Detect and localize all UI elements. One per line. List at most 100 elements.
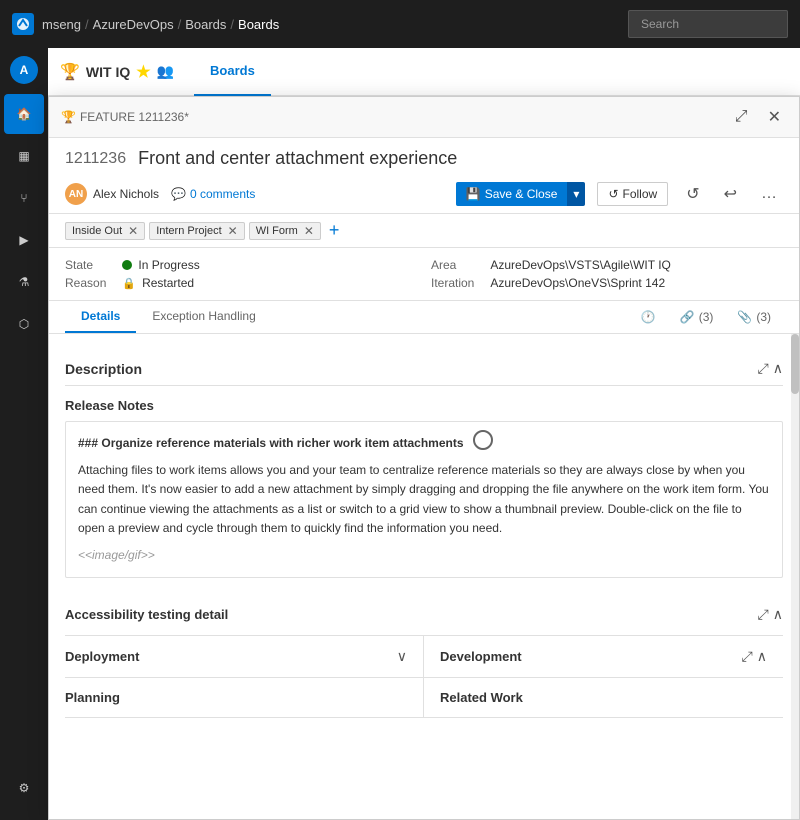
state-label: State bbox=[65, 258, 106, 272]
accessibility-header[interactable]: Accessibility testing detail ⤢ ∧ bbox=[65, 594, 783, 635]
planning-label: Planning bbox=[65, 690, 120, 705]
accessibility-actions: ⤢ ∧ bbox=[758, 606, 783, 623]
feature-label: 🏆 FEATURE 1211236* bbox=[61, 110, 189, 124]
tag-remove-intern-project[interactable]: ✕ bbox=[228, 224, 238, 238]
undo-button[interactable]: ↩ bbox=[718, 181, 743, 207]
breadcrumb-boards1[interactable]: Boards bbox=[185, 17, 226, 32]
modal-toolbar: AN Alex Nichols 💬 0 comments 💾 Save & Cl… bbox=[49, 175, 799, 214]
description-collapse-button[interactable]: ∧ bbox=[773, 360, 783, 377]
main-area: 🏆 FEATURE 1211236* ⤢ ✕ 1211236 Front and… bbox=[48, 96, 800, 820]
links-label: (3) bbox=[699, 310, 714, 324]
tab-history[interactable]: 🕐 bbox=[629, 301, 668, 333]
planning-related-section: Planning Related Work bbox=[65, 678, 783, 718]
assignee-name[interactable]: Alex Nichols bbox=[93, 187, 159, 201]
reason-label: Reason bbox=[65, 276, 106, 290]
accessibility-expand-button[interactable]: ⤢ bbox=[758, 606, 769, 623]
assignee-initials: AN bbox=[69, 189, 83, 200]
breadcrumb-boards2[interactable]: Boards bbox=[238, 17, 279, 32]
attachments-label: (3) bbox=[756, 310, 771, 324]
sidebar-item-repos[interactable]: ⑂ bbox=[4, 178, 44, 218]
related-work-label: Related Work bbox=[440, 690, 523, 705]
modal-body: Description ⤢ ∧ Release Notes ### Organi… bbox=[49, 334, 799, 819]
settings-icon: ⚙ bbox=[19, 781, 30, 795]
sidebar-settings[interactable]: ⚙ bbox=[4, 768, 44, 808]
scrollbar-thumb[interactable] bbox=[791, 334, 799, 394]
release-notes-image: <<image/gif>> bbox=[78, 546, 770, 565]
wit-badge: 🏆 WIT IQ ★ 👥 bbox=[60, 62, 174, 82]
accessibility-collapse-button[interactable]: ∧ bbox=[773, 606, 783, 623]
area-value[interactable]: AzureDevOps\VSTS\Agile\WIT IQ bbox=[490, 258, 783, 272]
save-dropdown-button[interactable]: ▾ bbox=[567, 182, 585, 206]
comment-icon: 💬 bbox=[171, 187, 186, 201]
content-tabs: Details Exception Handling 🕐 🔗 (3) 📎 (3) bbox=[49, 301, 799, 334]
work-item-title[interactable]: Front and center attachment experience bbox=[138, 148, 457, 169]
app-logo[interactable] bbox=[12, 13, 34, 35]
comments-button[interactable]: 💬 0 comments bbox=[171, 187, 255, 201]
development-expand-button[interactable]: ⤢ bbox=[742, 648, 753, 665]
work-item-modal: 🏆 FEATURE 1211236* ⤢ ✕ 1211236 Front and… bbox=[48, 96, 800, 820]
sidebar-item-pipelines[interactable]: ▶ bbox=[4, 220, 44, 260]
tab-exception-label: Exception Handling bbox=[152, 309, 255, 323]
tag-label: WI Form bbox=[256, 225, 298, 237]
tag-remove-inside-out[interactable]: ✕ bbox=[128, 224, 138, 238]
add-tag-button[interactable]: + bbox=[325, 220, 344, 241]
test-icon: ⚗ bbox=[19, 275, 30, 289]
scrollbar-track bbox=[791, 334, 799, 819]
tag-intern-project: Intern Project ✕ bbox=[149, 222, 244, 240]
lock-icon: 🔒 bbox=[122, 277, 136, 290]
reason-text[interactable]: Restarted bbox=[142, 276, 194, 290]
sidebar-item-artifacts[interactable]: ⬡ bbox=[4, 304, 44, 344]
release-notes-box[interactable]: ### Organize reference materials with ri… bbox=[65, 421, 783, 578]
breadcrumb-mseng[interactable]: mseng bbox=[42, 17, 81, 32]
work-item-id: 1211236 bbox=[65, 150, 126, 168]
expand-button[interactable]: ⤢ bbox=[729, 105, 754, 129]
feature-label-text: FEATURE 1211236* bbox=[80, 110, 189, 124]
save-close-button[interactable]: 💾 Save & Close bbox=[456, 182, 568, 206]
reason-value: 🔒 Restarted bbox=[122, 276, 415, 290]
status-dot bbox=[122, 260, 132, 270]
artifacts-icon: ⬡ bbox=[19, 317, 29, 331]
star-icon[interactable]: ★ bbox=[136, 62, 150, 82]
description-title: Description bbox=[65, 361, 142, 377]
sidebar-item-test[interactable]: ⚗ bbox=[4, 262, 44, 302]
tab-attachments[interactable]: 📎 (3) bbox=[725, 301, 783, 333]
iteration-label: Iteration bbox=[431, 276, 474, 290]
iteration-value[interactable]: AzureDevOps\OneVS\Sprint 142 bbox=[490, 276, 783, 290]
state-value[interactable]: In Progress bbox=[122, 258, 415, 272]
deployment-actions: ∨ bbox=[397, 648, 407, 665]
breadcrumb: mseng / AzureDevOps / Boards / Boards bbox=[42, 17, 279, 32]
release-notes-section: Release Notes ### Organize reference mat… bbox=[65, 398, 783, 578]
tag-label: Inside Out bbox=[72, 225, 122, 237]
avatar[interactable]: A bbox=[10, 56, 38, 84]
tag-wi-form: WI Form ✕ bbox=[249, 222, 321, 240]
wit-trophy-icon: 🏆 bbox=[60, 62, 80, 82]
meta-grid: State In Progress Area AzureDevOps\VSTS\… bbox=[49, 248, 799, 301]
tab-links[interactable]: 🔗 (3) bbox=[668, 301, 726, 333]
follow-button[interactable]: ↺ Follow bbox=[597, 182, 668, 206]
sidebar-item-home[interactable]: 🏠 bbox=[4, 94, 44, 134]
description-expand-button[interactable]: ⤢ bbox=[758, 360, 769, 377]
tab-boards[interactable]: Boards bbox=[194, 48, 271, 96]
more-actions-button[interactable]: … bbox=[755, 182, 783, 206]
modal-header: 🏆 FEATURE 1211236* ⤢ ✕ bbox=[49, 97, 799, 138]
release-notes-label: Release Notes bbox=[65, 398, 783, 413]
description-actions: ⤢ ∧ bbox=[758, 360, 783, 377]
assignee: AN Alex Nichols bbox=[65, 183, 159, 205]
tab-details-label: Details bbox=[81, 309, 120, 323]
modal-title-row: 1211236 Front and center attachment expe… bbox=[49, 138, 799, 175]
tag-remove-wi-form[interactable]: ✕ bbox=[304, 224, 314, 238]
release-notes-heading: ### Organize reference materials with ri… bbox=[78, 434, 770, 453]
tab-details[interactable]: Details bbox=[65, 301, 136, 333]
modal-header-actions: ⤢ ✕ bbox=[729, 105, 787, 129]
tab-exception-handling[interactable]: Exception Handling bbox=[136, 301, 271, 333]
refresh-button[interactable]: ↺ bbox=[680, 181, 705, 207]
accessibility-title: Accessibility testing detail bbox=[65, 607, 228, 622]
development-collapse-button[interactable]: ∧ bbox=[757, 648, 767, 665]
home-icon: 🏠 bbox=[17, 107, 32, 121]
sidebar-item-boards[interactable]: ▦ bbox=[4, 136, 44, 176]
breadcrumb-azuredevops[interactable]: AzureDevOps bbox=[93, 17, 174, 32]
deployment-chevron-down[interactable]: ∨ bbox=[397, 648, 407, 665]
close-button[interactable]: ✕ bbox=[762, 105, 787, 129]
pipelines-icon: ▶ bbox=[19, 233, 28, 247]
search-input[interactable] bbox=[628, 10, 788, 38]
